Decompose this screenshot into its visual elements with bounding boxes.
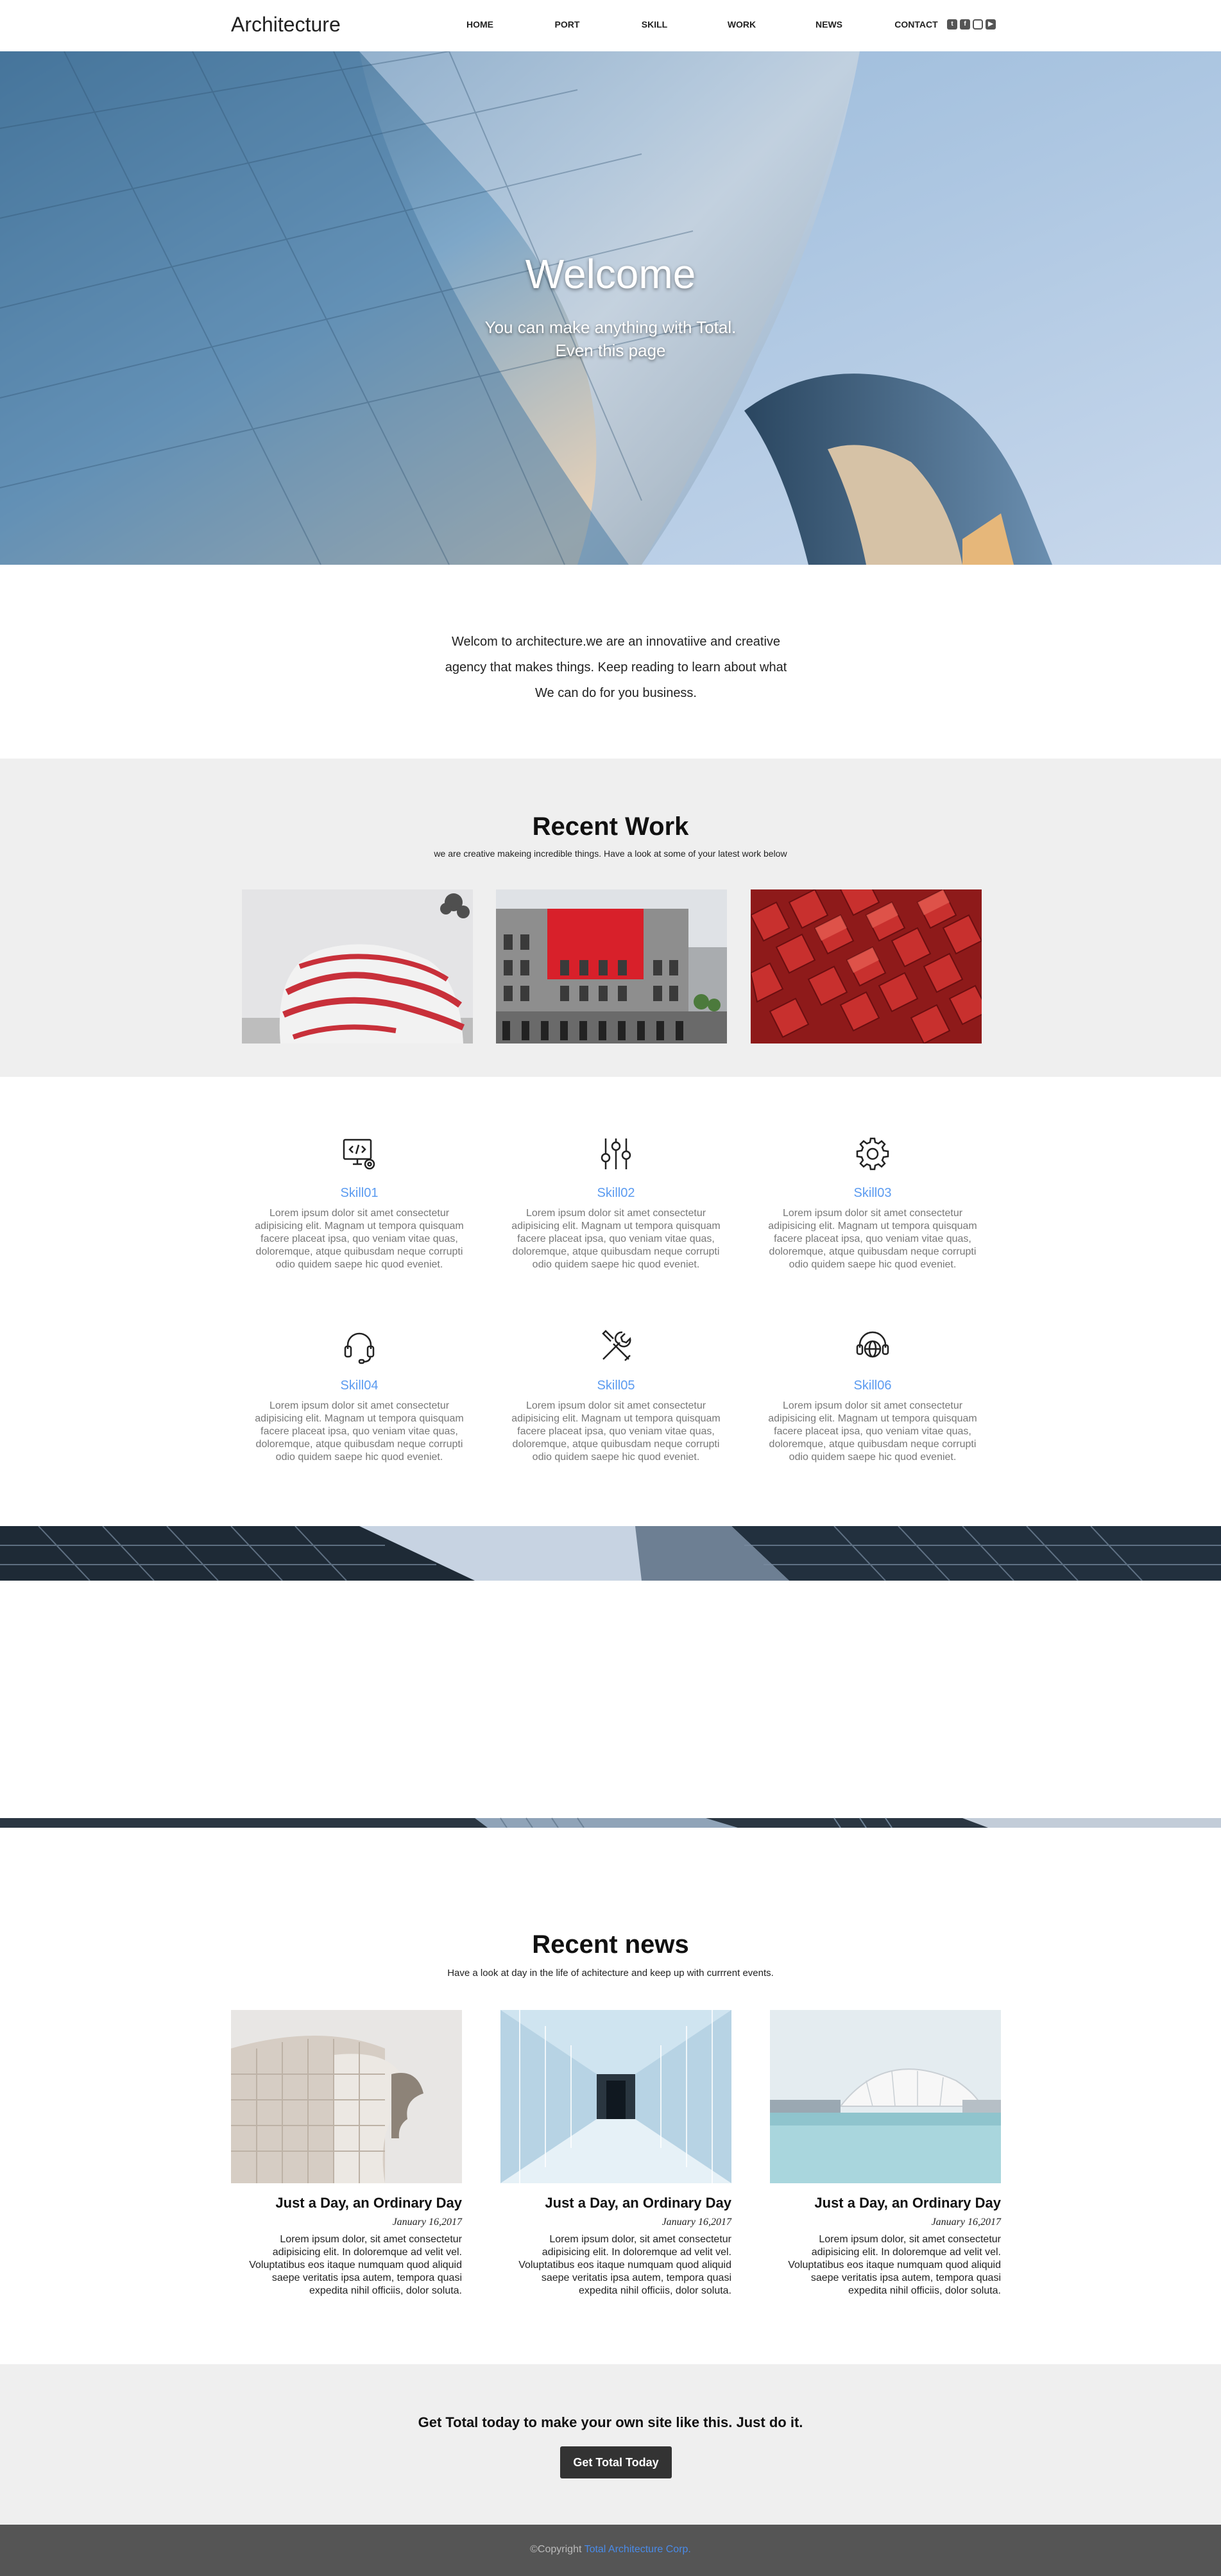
skill-title: Skill02 [597, 1186, 635, 1200]
recent-work-title: Recent Work [532, 812, 689, 841]
hero-subtitle-line1: You can make anything with Total. [484, 318, 737, 337]
copyright-text: ©Copyright [530, 2544, 582, 2555]
news-image-1[interactable] [231, 2010, 462, 2183]
skill-card-5: Skill05 Lorem ipsum dolor sit amet conse… [500, 1327, 731, 1464]
hero-subtitle-line2: Even this page [555, 341, 666, 360]
news-image-2[interactable] [500, 2010, 731, 2183]
sliders-icon [597, 1135, 635, 1173]
monitor-code-icon [340, 1135, 379, 1173]
intro-line2: agency that makes things. Keep reading t… [445, 660, 787, 674]
nav-port-link[interactable]: PORT [524, 19, 611, 30]
top-navbar: Architecture HOME PORT SKILL WORK NEWS C… [0, 0, 1221, 51]
intro-section: Welcom to architecture.we are an innovat… [0, 565, 1221, 759]
skill-card-1: Skill01 Lorem ipsum dolor sit amet conse… [244, 1135, 475, 1271]
news-date: January 16,2017 [662, 2217, 731, 2228]
headset-icon [340, 1327, 379, 1366]
nav-skill-link[interactable]: SKILL [611, 19, 698, 30]
work-image-1[interactable] [242, 889, 473, 1043]
call-to-action-section: Get Total today to make your own site li… [0, 2364, 1221, 2525]
tools-icon [597, 1327, 635, 1366]
skill-card-3: Skill03 Lorem ipsum dolor sit amet conse… [757, 1135, 988, 1271]
skill-card-4: Skill04 Lorem ipsum dolor sit amet conse… [244, 1327, 475, 1464]
hero-title: Welcome [525, 251, 696, 297]
footer: ©Copyright Total Architecture Corp. [0, 2525, 1221, 2576]
footer-copyright: ©Copyright Total Architecture Corp. [0, 2544, 1221, 2555]
nav-home-link[interactable]: HOME [436, 19, 524, 30]
skill-text: Lorem ipsum dolor sit amet consectetur a… [511, 1400, 721, 1463]
news-date: January 16,2017 [392, 2217, 462, 2228]
nav-news-link[interactable]: NEWS [785, 19, 873, 30]
social-links: t f ▶ [947, 19, 996, 30]
instagram-icon[interactable] [973, 19, 983, 30]
skill-title: Skill04 [340, 1378, 379, 1393]
recent-work-section: Recent Work we are creative makeing incr… [0, 759, 1221, 1077]
skill-title: Skill05 [597, 1378, 635, 1393]
news-date: January 16,2017 [931, 2217, 1001, 2228]
skill-text: Lorem ipsum dolor sit amet consectetur a… [768, 1208, 977, 1270]
hero-building-image [0, 51, 1221, 565]
recent-news-title: Recent news [532, 1930, 689, 1959]
main-menu: HOME PORT SKILL WORK NEWS CONTACT [436, 19, 960, 30]
youtube-icon[interactable]: ▶ [986, 19, 996, 30]
news-card-3[interactable]: Just a Day, an Ordinary Day January 16,2… [770, 2010, 1001, 2297]
skill-title: Skill06 [853, 1378, 892, 1393]
parallax-band [0, 1526, 1221, 1828]
news-card-1[interactable]: Just a Day, an Ordinary Day January 16,2… [231, 2010, 462, 2297]
news-text: Lorem ipsum dolor, sit amet consectetur … [788, 2234, 1001, 2296]
skill-text: Lorem ipsum dolor sit amet consectetur a… [255, 1400, 464, 1463]
city-glass-image [0, 1526, 1221, 1828]
facebook-icon[interactable]: f [960, 19, 970, 30]
twitter-icon[interactable]: t [947, 19, 957, 30]
gear-icon [853, 1135, 892, 1173]
intro-line1: Welcom to architecture.we are an innovat… [451, 635, 781, 649]
cta-text: Get Total today to make your own site li… [418, 2414, 803, 2430]
recent-work-subtitle: we are creative makeing incredible thing… [434, 848, 787, 859]
recent-news-section: Recent news Have a look at day in the li… [0, 1828, 1221, 2364]
skill-text: Lorem ipsum dolor sit amet consectetur a… [255, 1208, 464, 1270]
skill-title: Skill03 [853, 1186, 892, 1200]
news-image-3[interactable] [770, 2010, 1001, 2183]
intro-text: Welcom to architecture.we are an innovat… [411, 629, 821, 706]
work-image-3[interactable] [751, 889, 982, 1043]
support-globe-icon [853, 1327, 892, 1366]
hero-banner: Welcome You can make anything with Total… [0, 51, 1221, 565]
work-image-2[interactable] [496, 889, 727, 1043]
skill-text: Lorem ipsum dolor sit amet consectetur a… [511, 1208, 721, 1270]
skill-text: Lorem ipsum dolor sit amet consectetur a… [768, 1400, 977, 1463]
nav-work-link[interactable]: WORK [698, 19, 785, 30]
brand-logo[interactable]: Architecture [231, 13, 341, 37]
recent-news-subtitle: Have a look at day in the life of achite… [447, 1968, 774, 1979]
skill-card-6: Skill06 Lorem ipsum dolor sit amet conse… [757, 1327, 988, 1464]
news-text: Lorem ipsum dolor, sit amet consectetur … [518, 2234, 731, 2296]
intro-line3: We can do for you business. [535, 686, 697, 700]
news-title[interactable]: Just a Day, an Ordinary Day [770, 2195, 1001, 2211]
get-total-button[interactable]: Get Total Today [560, 2446, 672, 2478]
news-title[interactable]: Just a Day, an Ordinary Day [500, 2195, 731, 2211]
news-title[interactable]: Just a Day, an Ordinary Day [231, 2195, 462, 2211]
hero-subtitle: You can make anything with Total. Even t… [0, 316, 1221, 362]
skill-title: Skill01 [340, 1186, 379, 1200]
skill-card-2: Skill02 Lorem ipsum dolor sit amet conse… [500, 1135, 731, 1271]
news-card-2[interactable]: Just a Day, an Ordinary Day January 16,2… [500, 2010, 731, 2297]
news-text: Lorem ipsum dolor, sit amet consectetur … [249, 2234, 462, 2296]
company-link[interactable]: Total Architecture Corp. [585, 2544, 691, 2555]
skills-section: Skill01 Lorem ipsum dolor sit amet conse… [0, 1077, 1221, 1526]
